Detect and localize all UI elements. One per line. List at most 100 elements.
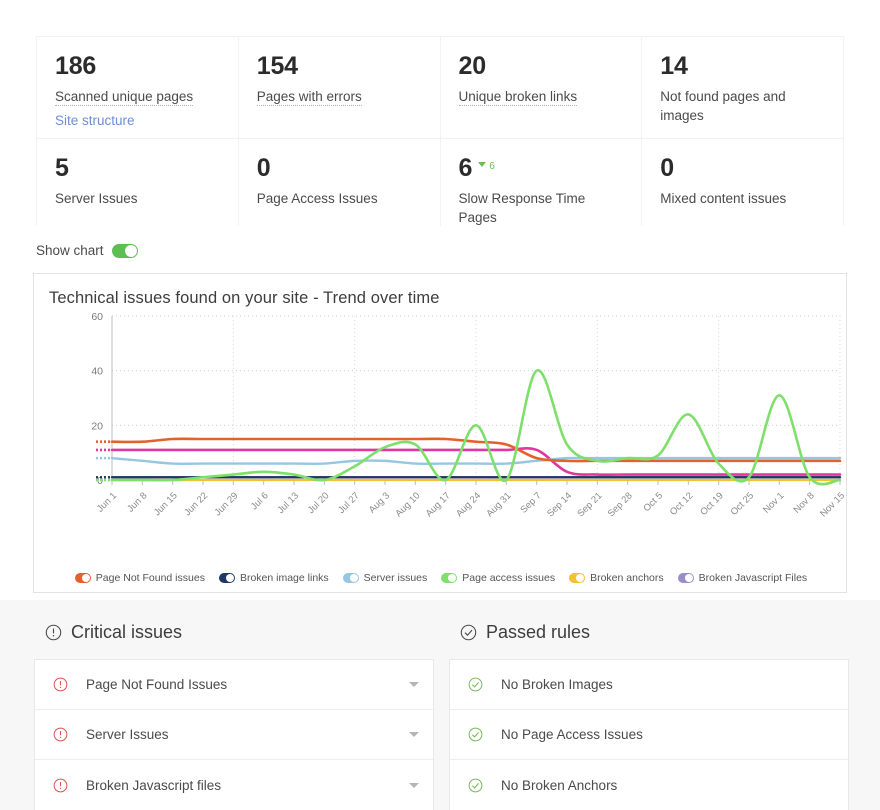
stat-value: 6 [459,155,473,181]
stat-card: 5 Server Issues [37,139,238,238]
alert-circle-icon [53,778,68,793]
svg-text:Jun 1: Jun 1 [95,490,119,514]
summary-stats-grid: 186Scanned unique pagesSite structure 154… [37,37,843,225]
svg-text:Nov 8: Nov 8 [791,490,816,515]
show-chart-control[interactable]: Show chart [36,243,138,258]
legend-item[interactable]: Broken anchors [569,572,664,584]
trend-chart-panel: Technical issues found on your site - Tr… [33,273,847,593]
stat-card: 14Not found pages and images [642,37,843,138]
legend-color-toggle-icon[interactable] [569,573,585,583]
alert-circle-icon [45,624,62,641]
legend-color-toggle-icon[interactable] [441,573,457,583]
legend-color-toggle-icon[interactable] [75,573,91,583]
list-item[interactable]: No Page Access Issues [450,710,848,760]
svg-text:Oct 25: Oct 25 [729,490,757,518]
stat-value: 154 [257,53,298,79]
passed-rules-header: Passed rules [437,600,862,659]
svg-text:Aug 10: Aug 10 [393,490,422,519]
critical-issues-column: Critical issues Page Not Found IssuesSer… [22,600,447,810]
stat-label: Mixed content issues [660,191,786,207]
alert-circle-icon [53,677,68,692]
list-item[interactable]: No Broken Anchors [450,760,848,810]
svg-text:Sep 21: Sep 21 [575,490,604,519]
svg-text:20: 20 [91,420,103,432]
svg-text:Oct 12: Oct 12 [668,490,696,518]
stat-label: Not found pages and images [660,89,785,124]
list-item[interactable]: Page Not Found Issues [35,660,433,710]
list-item[interactable]: Server Issues [35,710,433,760]
arrow-down-icon [478,162,486,167]
legend-label: Broken Javascript Files [699,572,808,584]
audit-dashboard-page: 186Scanned unique pagesSite structure 154… [0,0,880,810]
list-item-label: No Broken Images [501,677,834,692]
chart-title: Technical issues found on your site - Tr… [34,274,846,308]
svg-text:Oct 19: Oct 19 [698,490,726,518]
legend-label: Server issues [364,572,428,584]
legend-item[interactable]: Server issues [343,572,428,584]
site-structure-link[interactable]: Site structure [55,113,220,128]
stat-value: 5 [55,155,69,181]
legend-label: Broken image links [240,572,329,584]
svg-text:Oct 5: Oct 5 [641,490,665,514]
chart-legend: Page Not Found issues Broken image links S… [34,572,848,584]
svg-text:Jul 27: Jul 27 [336,490,362,516]
stat-card: 0Page Access Issues [239,139,440,238]
check-circle-icon [468,677,483,692]
stat-label-wrap: Unique broken links [459,88,624,107]
list-item-label: Server Issues [86,727,409,742]
svg-text:Jul 13: Jul 13 [275,490,301,516]
passed-rules-list: No Broken Images No Page Access Issues No … [449,659,849,810]
check-circle-icon [468,778,483,793]
legend-item[interactable]: Broken Javascript Files [678,572,808,584]
issues-section: Critical issues Page Not Found IssuesSer… [0,600,880,810]
stat-label: Page Access Issues [257,191,378,207]
stat-delta: 6 [478,156,495,174]
svg-text:Nov 1: Nov 1 [761,490,786,515]
list-item[interactable]: No Broken Images [450,660,848,710]
stat-label-wrap: Slow Response Time Pages [459,190,624,227]
passed-rules-column: Passed rules No Broken Images No Page Acc… [437,600,862,810]
stat-card: 6 6 Slow Response Time Pages [441,139,642,238]
stat-card: 186Scanned unique pagesSite structure [37,37,238,138]
toggle-knob [125,245,137,257]
chevron-down-icon[interactable] [409,732,419,737]
chevron-down-icon[interactable] [409,783,419,788]
show-chart-label: Show chart [36,243,104,258]
stat-label-wrap: Not found pages and images [660,88,825,125]
svg-text:Jul 6: Jul 6 [249,490,271,512]
legend-item[interactable]: Page access issues [441,572,555,584]
stat-label-wrap: Pages with errors [257,88,422,107]
list-item-label: Page Not Found Issues [86,677,409,692]
legend-color-toggle-icon[interactable] [219,573,235,583]
check-circle-icon [468,727,483,742]
legend-item[interactable]: Broken image links [219,572,329,584]
list-item[interactable]: Broken Javascript files [35,760,433,810]
stat-label-wrap: Server Issues [55,190,220,209]
critical-issues-list: Page Not Found Issues Server Issues Broken… [34,659,434,810]
alert-circle-icon [53,727,68,742]
stat-label: Server Issues [55,191,138,207]
stat-value: 0 [660,155,674,181]
svg-text:Jun 29: Jun 29 [213,490,241,518]
stat-card: 20Unique broken links [441,37,642,138]
svg-text:Aug 31: Aug 31 [484,490,513,519]
show-chart-toggle[interactable] [112,244,138,258]
stat-label-wrap: Page Access Issues [257,190,422,209]
legend-color-toggle-icon[interactable] [343,573,359,583]
stat-delta-value: 6 [489,161,495,172]
stat-value: 186 [55,53,96,79]
check-circle-icon [460,624,477,641]
chart-plot-area: 0204060Jun 1Jun 8Jun 15Jun 22Jun 29Jul 6… [34,308,848,558]
trend-line-chart: 0204060Jun 1Jun 8Jun 15Jun 22Jun 29Jul 6… [34,308,848,558]
legend-label: Page Not Found issues [96,572,205,584]
stat-label: Unique broken links [459,89,578,106]
svg-text:Jun 8: Jun 8 [125,490,149,514]
legend-item[interactable]: Page Not Found issues [75,572,205,584]
chevron-down-icon[interactable] [409,682,419,687]
svg-text:60: 60 [91,311,103,323]
svg-text:40: 40 [91,366,103,378]
svg-text:Jun 22: Jun 22 [182,490,210,518]
list-item-label: No Broken Anchors [501,778,834,793]
legend-color-toggle-icon[interactable] [678,573,694,583]
svg-text:Aug 24: Aug 24 [454,490,483,519]
